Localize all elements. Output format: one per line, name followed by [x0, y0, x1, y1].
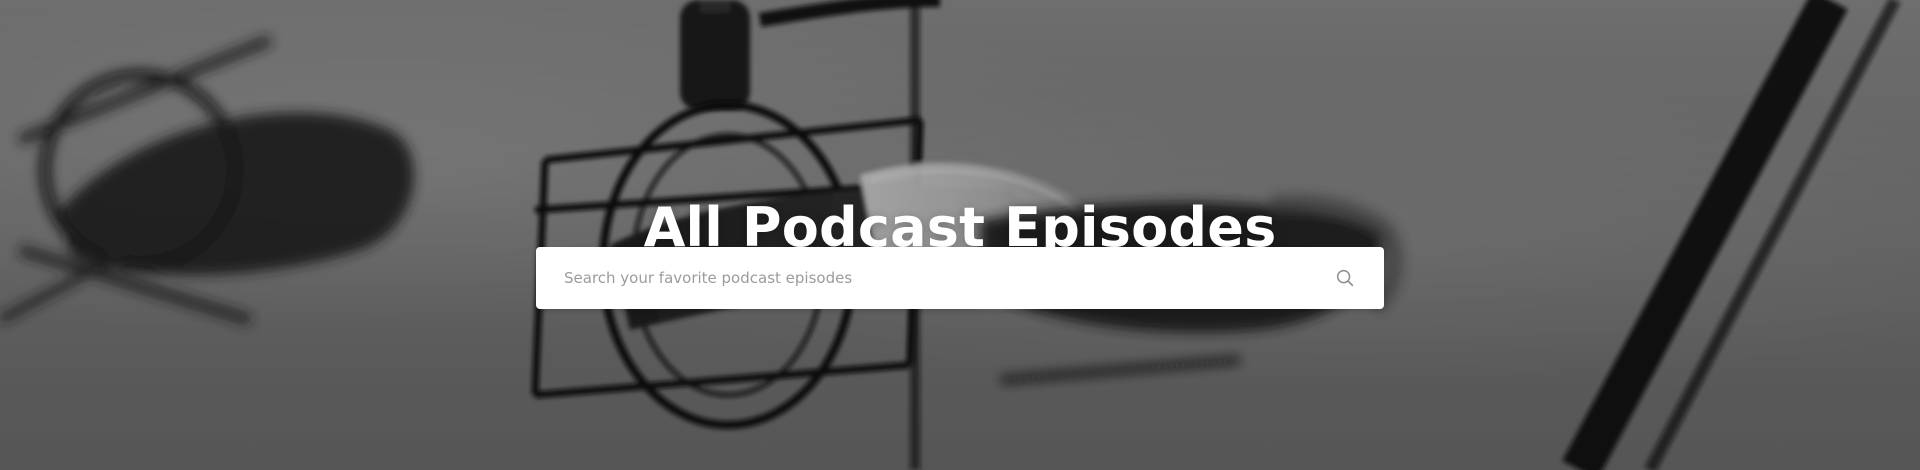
search-input[interactable] — [564, 247, 1324, 309]
hero-content: All Podcast Episodes — [0, 0, 1920, 470]
search-icon[interactable] — [1334, 267, 1356, 289]
search-bar[interactable] — [536, 247, 1384, 309]
hero-section: All Podcast Episodes — [0, 0, 1920, 470]
